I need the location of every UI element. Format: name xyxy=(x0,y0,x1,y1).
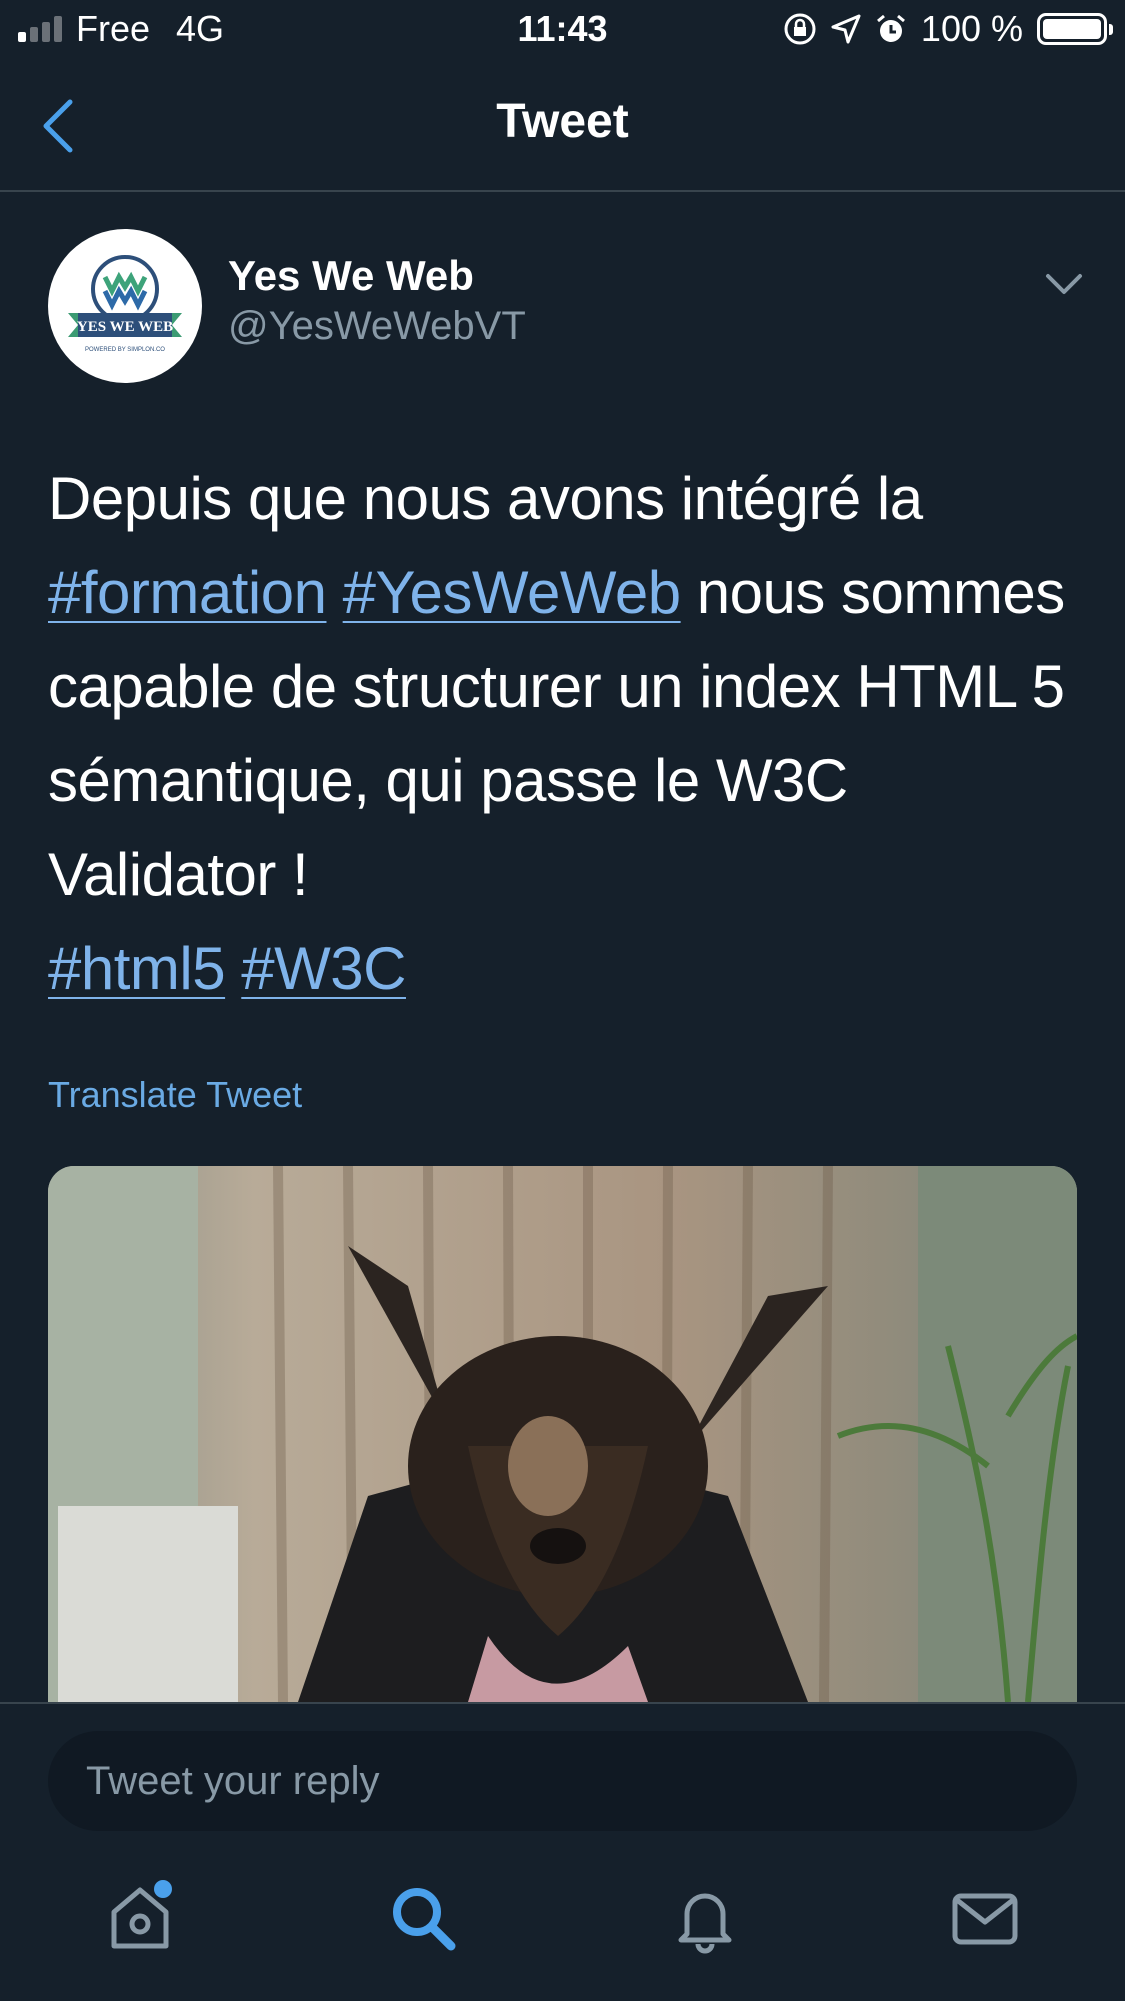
orientation-lock-icon xyxy=(784,13,816,45)
tweet-text-line1: Depuis que nous avons intégré la xyxy=(48,465,923,532)
reply-input[interactable]: Tweet your reply xyxy=(48,1731,1077,1831)
notifications-icon[interactable] xyxy=(665,1878,745,1958)
tweet-media[interactable] xyxy=(48,1166,1077,1702)
status-right: 100 % xyxy=(783,8,1113,50)
yes-we-web-logo: YES WE WEB POWERED BY SIMPLON.CO xyxy=(68,255,182,353)
location-icon xyxy=(831,14,861,44)
page-title: Tweet xyxy=(496,95,629,148)
reply-bar: Tweet your reply xyxy=(0,1702,1125,1842)
avatar-logo-subtext: POWERED BY SIMPLON.CO xyxy=(85,347,165,353)
search-icon[interactable] xyxy=(383,1878,463,1958)
status-bar: Free 4G 11:43 100 % xyxy=(0,0,1125,64)
author-name[interactable]: Yes We Web xyxy=(228,252,474,300)
dog-gif-image xyxy=(48,1166,1077,1702)
avatar-logo-text: YES WE WEB xyxy=(77,319,173,335)
tab-bar xyxy=(0,1842,1125,2001)
alarm-icon xyxy=(876,14,905,42)
author-handle[interactable]: @YesWeWebVT xyxy=(228,304,526,349)
avatar[interactable]: YES WE WEB POWERED BY SIMPLON.CO xyxy=(48,229,202,383)
nav-bar: Tweet xyxy=(0,64,1125,192)
battery-label: 100 % xyxy=(920,8,1023,49)
chevron-down-icon[interactable] xyxy=(1044,270,1084,298)
translate-tweet-link[interactable]: Translate Tweet xyxy=(48,1074,302,1116)
hashtag-w3c[interactable]: #W3C xyxy=(241,935,406,1002)
tweet-text: Depuis que nous avons intégré la #format… xyxy=(48,452,1078,1016)
messages-icon[interactable] xyxy=(945,1878,1025,1958)
hashtag-formation[interactable]: #formation xyxy=(48,559,327,626)
hashtag-yesweweb[interactable]: #YesWeWeb xyxy=(343,559,681,626)
notification-dot xyxy=(154,1880,172,1898)
hashtag-html5[interactable]: #html5 xyxy=(48,935,226,1002)
battery-icon xyxy=(1037,13,1113,45)
